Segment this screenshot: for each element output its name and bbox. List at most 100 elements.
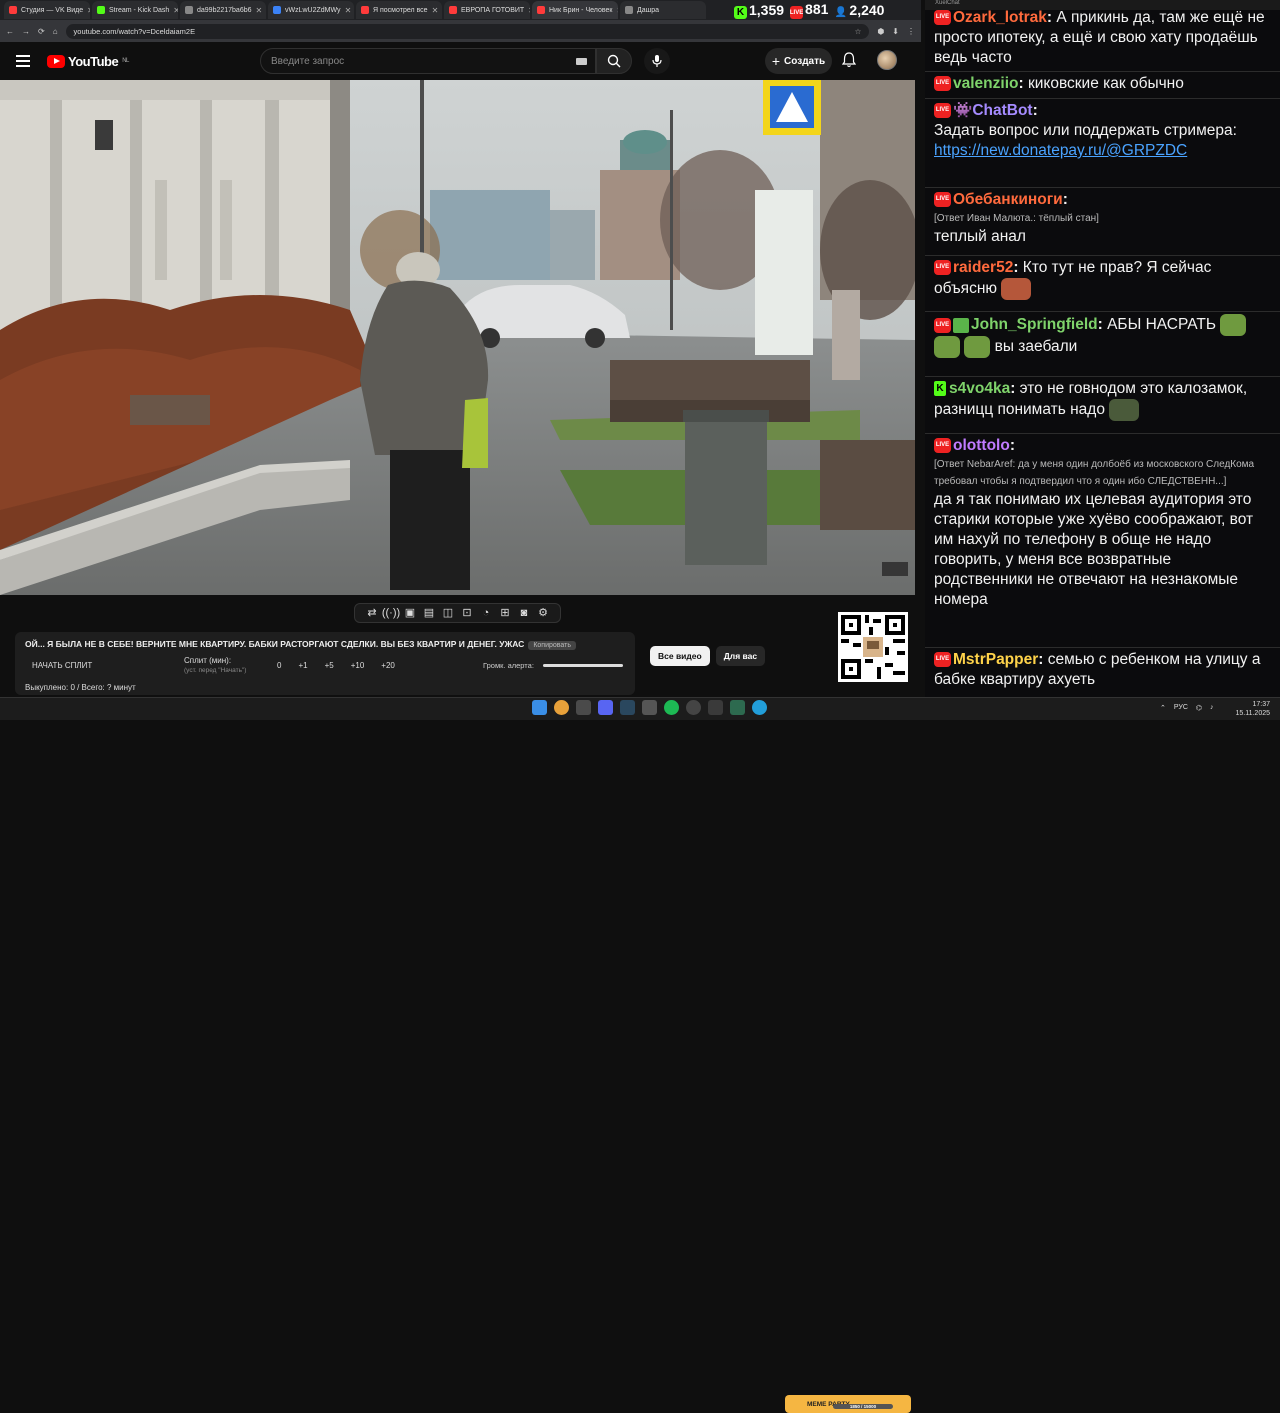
menu-icon[interactable]: ⋮: [907, 27, 915, 36]
chat-message: LIVE 👾ChatBot: Задать вопрос или поддержа…: [925, 99, 1280, 188]
close-icon[interactable]: ✕: [616, 6, 618, 15]
gear-icon[interactable]: ⚙: [536, 607, 550, 619]
chat-text: Задать вопрос или поддержать стримера:: [934, 122, 1237, 139]
browser-tab[interactable]: Я посмотрел все ✕: [356, 1, 442, 19]
app-icon[interactable]: [730, 700, 745, 715]
close-icon[interactable]: ✕: [87, 6, 90, 15]
app-icon[interactable]: [708, 700, 723, 715]
chat-username[interactable]: Ozark_lotrak: [953, 9, 1047, 26]
film-icon[interactable]: ▤: [422, 607, 436, 619]
windows-start-icon[interactable]: [532, 700, 547, 715]
chat-message: Ks4vo4ka: это не говнодом это калозамок,…: [925, 377, 1280, 434]
chat-username[interactable]: raider52: [953, 259, 1013, 276]
live-badge-icon: LIVE: [934, 10, 951, 26]
robot-icon: 👾: [953, 102, 973, 119]
camera-icon[interactable]: ◙: [517, 607, 531, 619]
split-option[interactable]: +10: [351, 661, 365, 670]
system-tray: ⌃ РУС ⌬ ♪: [1160, 704, 1214, 712]
taskbar-apps: [532, 700, 767, 715]
app-icon[interactable]: [642, 700, 657, 715]
back-icon[interactable]: ←: [6, 27, 14, 36]
split-hint: (уст. перед "Начать"): [184, 667, 247, 674]
obs-icon[interactable]: [576, 700, 591, 715]
search-input[interactable]: Введите запрос: [260, 48, 596, 74]
meme-party-banner: MEME PARTY 1850 / 15000: [785, 1395, 911, 1413]
video-frame: [0, 80, 915, 595]
bookmark-icon[interactable]: ☆: [855, 27, 862, 36]
network-icon[interactable]: ⌬: [1196, 704, 1202, 712]
alert-volume-slider[interactable]: [543, 664, 623, 667]
close-icon[interactable]: ✕: [432, 6, 439, 15]
chevron-up-icon[interactable]: ⌃: [1160, 704, 1166, 712]
steam-icon[interactable]: [620, 700, 635, 715]
youtube-logo[interactable]: YouTube NL: [47, 54, 129, 69]
start-split-button[interactable]: НАЧАТЬ СПЛИТ: [32, 661, 92, 670]
voice-search-button[interactable]: [644, 48, 670, 74]
split-option[interactable]: 0: [277, 661, 281, 670]
language-indicator[interactable]: РУС: [1174, 704, 1188, 712]
chat-username[interactable]: MstrPapper: [953, 651, 1038, 668]
loop-icon[interactable]: ⇄: [365, 607, 379, 619]
broadcast-icon[interactable]: ((·)): [382, 607, 400, 619]
chat-message: LIVE MstrPapper: семью с ребенком на улиц…: [934, 651, 1261, 688]
add-clip-icon[interactable]: ⊞: [498, 607, 512, 619]
kick-badge-icon: K: [934, 381, 946, 397]
screenshot-icon[interactable]: ▣: [403, 607, 417, 619]
chip-all-videos[interactable]: Все видео: [650, 646, 710, 666]
live-badge-icon: LIVE: [934, 76, 951, 92]
close-icon[interactable]: ✕: [256, 6, 263, 15]
chat-username[interactable]: olottolo: [953, 437, 1010, 454]
browser-tab[interactable]: vWzLwU2ZdMWy ✕: [268, 1, 354, 19]
chat-username[interactable]: John_Springfield: [971, 316, 1098, 333]
url-field[interactable]: youtube.com/watch?v=Dceldaiam2E ☆: [65, 23, 870, 39]
chrome-icon[interactable]: [554, 700, 569, 715]
extension-icon[interactable]: ⬢: [877, 27, 884, 36]
browser-tab[interactable]: da99b2217ba6b6 ✕: [180, 1, 266, 19]
copy-button[interactable]: Копировать: [528, 641, 577, 650]
chip-for-you[interactable]: Для вас: [715, 646, 766, 666]
speed-icon[interactable]: ◔: [479, 607, 493, 619]
close-icon[interactable]: ✕: [345, 6, 352, 15]
app-icon[interactable]: [686, 700, 701, 715]
spotify-icon[interactable]: [664, 700, 679, 715]
home-icon[interactable]: ⌂: [53, 27, 58, 36]
chat-text: вы заебали: [994, 338, 1078, 356]
avatar[interactable]: [877, 50, 897, 70]
close-icon[interactable]: ✕: [528, 6, 530, 15]
tab-favicon: [625, 6, 633, 14]
microphone-icon: [652, 55, 662, 67]
split-option[interactable]: +5: [325, 661, 334, 670]
search-button[interactable]: [596, 48, 632, 74]
hamburger-menu-icon[interactable]: [16, 55, 30, 67]
create-button[interactable]: + Создать: [765, 48, 832, 74]
browser-tab[interactable]: Студия — VK Виде✕: [4, 1, 90, 19]
keyboard-icon[interactable]: [576, 57, 587, 65]
clock[interactable]: 17:37 15.11.2025: [1235, 700, 1270, 718]
browser-tab[interactable]: Stream - Kick Dash ✕: [92, 1, 178, 19]
pepe-emote-icon: [1220, 314, 1247, 336]
pip-icon[interactable]: ◫: [441, 607, 455, 619]
chat-username[interactable]: valenziio: [953, 75, 1018, 92]
browser-tab-active[interactable]: Ник Брин - Человек✕: [532, 1, 618, 19]
chat-username[interactable]: Обебанкиноги: [953, 191, 1063, 208]
search-icon: [607, 54, 621, 68]
chat-link[interactable]: https://new.donatepay.ru/@GRPZDC: [934, 142, 1187, 159]
bell-icon: [841, 52, 857, 68]
chat-username[interactable]: s4vo4ka: [949, 380, 1010, 397]
chat-username[interactable]: ChatBot: [972, 102, 1032, 119]
crop-icon[interactable]: ⊡: [460, 607, 474, 619]
split-option[interactable]: +20: [381, 661, 395, 670]
video-player[interactable]: [0, 80, 915, 595]
download-icon[interactable]: ⬇: [892, 27, 899, 36]
telegram-icon[interactable]: [752, 700, 767, 715]
split-option[interactable]: +1: [298, 661, 307, 670]
browser-tab[interactable]: Дашра: [620, 1, 706, 19]
browser-tab[interactable]: ЕВРОПА ГОТОВИТ✕: [444, 1, 530, 19]
close-icon[interactable]: ✕: [173, 6, 178, 15]
tab-favicon: [537, 6, 545, 14]
forward-icon[interactable]: →: [22, 27, 30, 36]
notifications-button[interactable]: [841, 52, 857, 73]
discord-icon[interactable]: [598, 700, 613, 715]
volume-icon[interactable]: ♪: [1210, 704, 1214, 712]
reload-icon[interactable]: ⟳: [38, 27, 45, 36]
